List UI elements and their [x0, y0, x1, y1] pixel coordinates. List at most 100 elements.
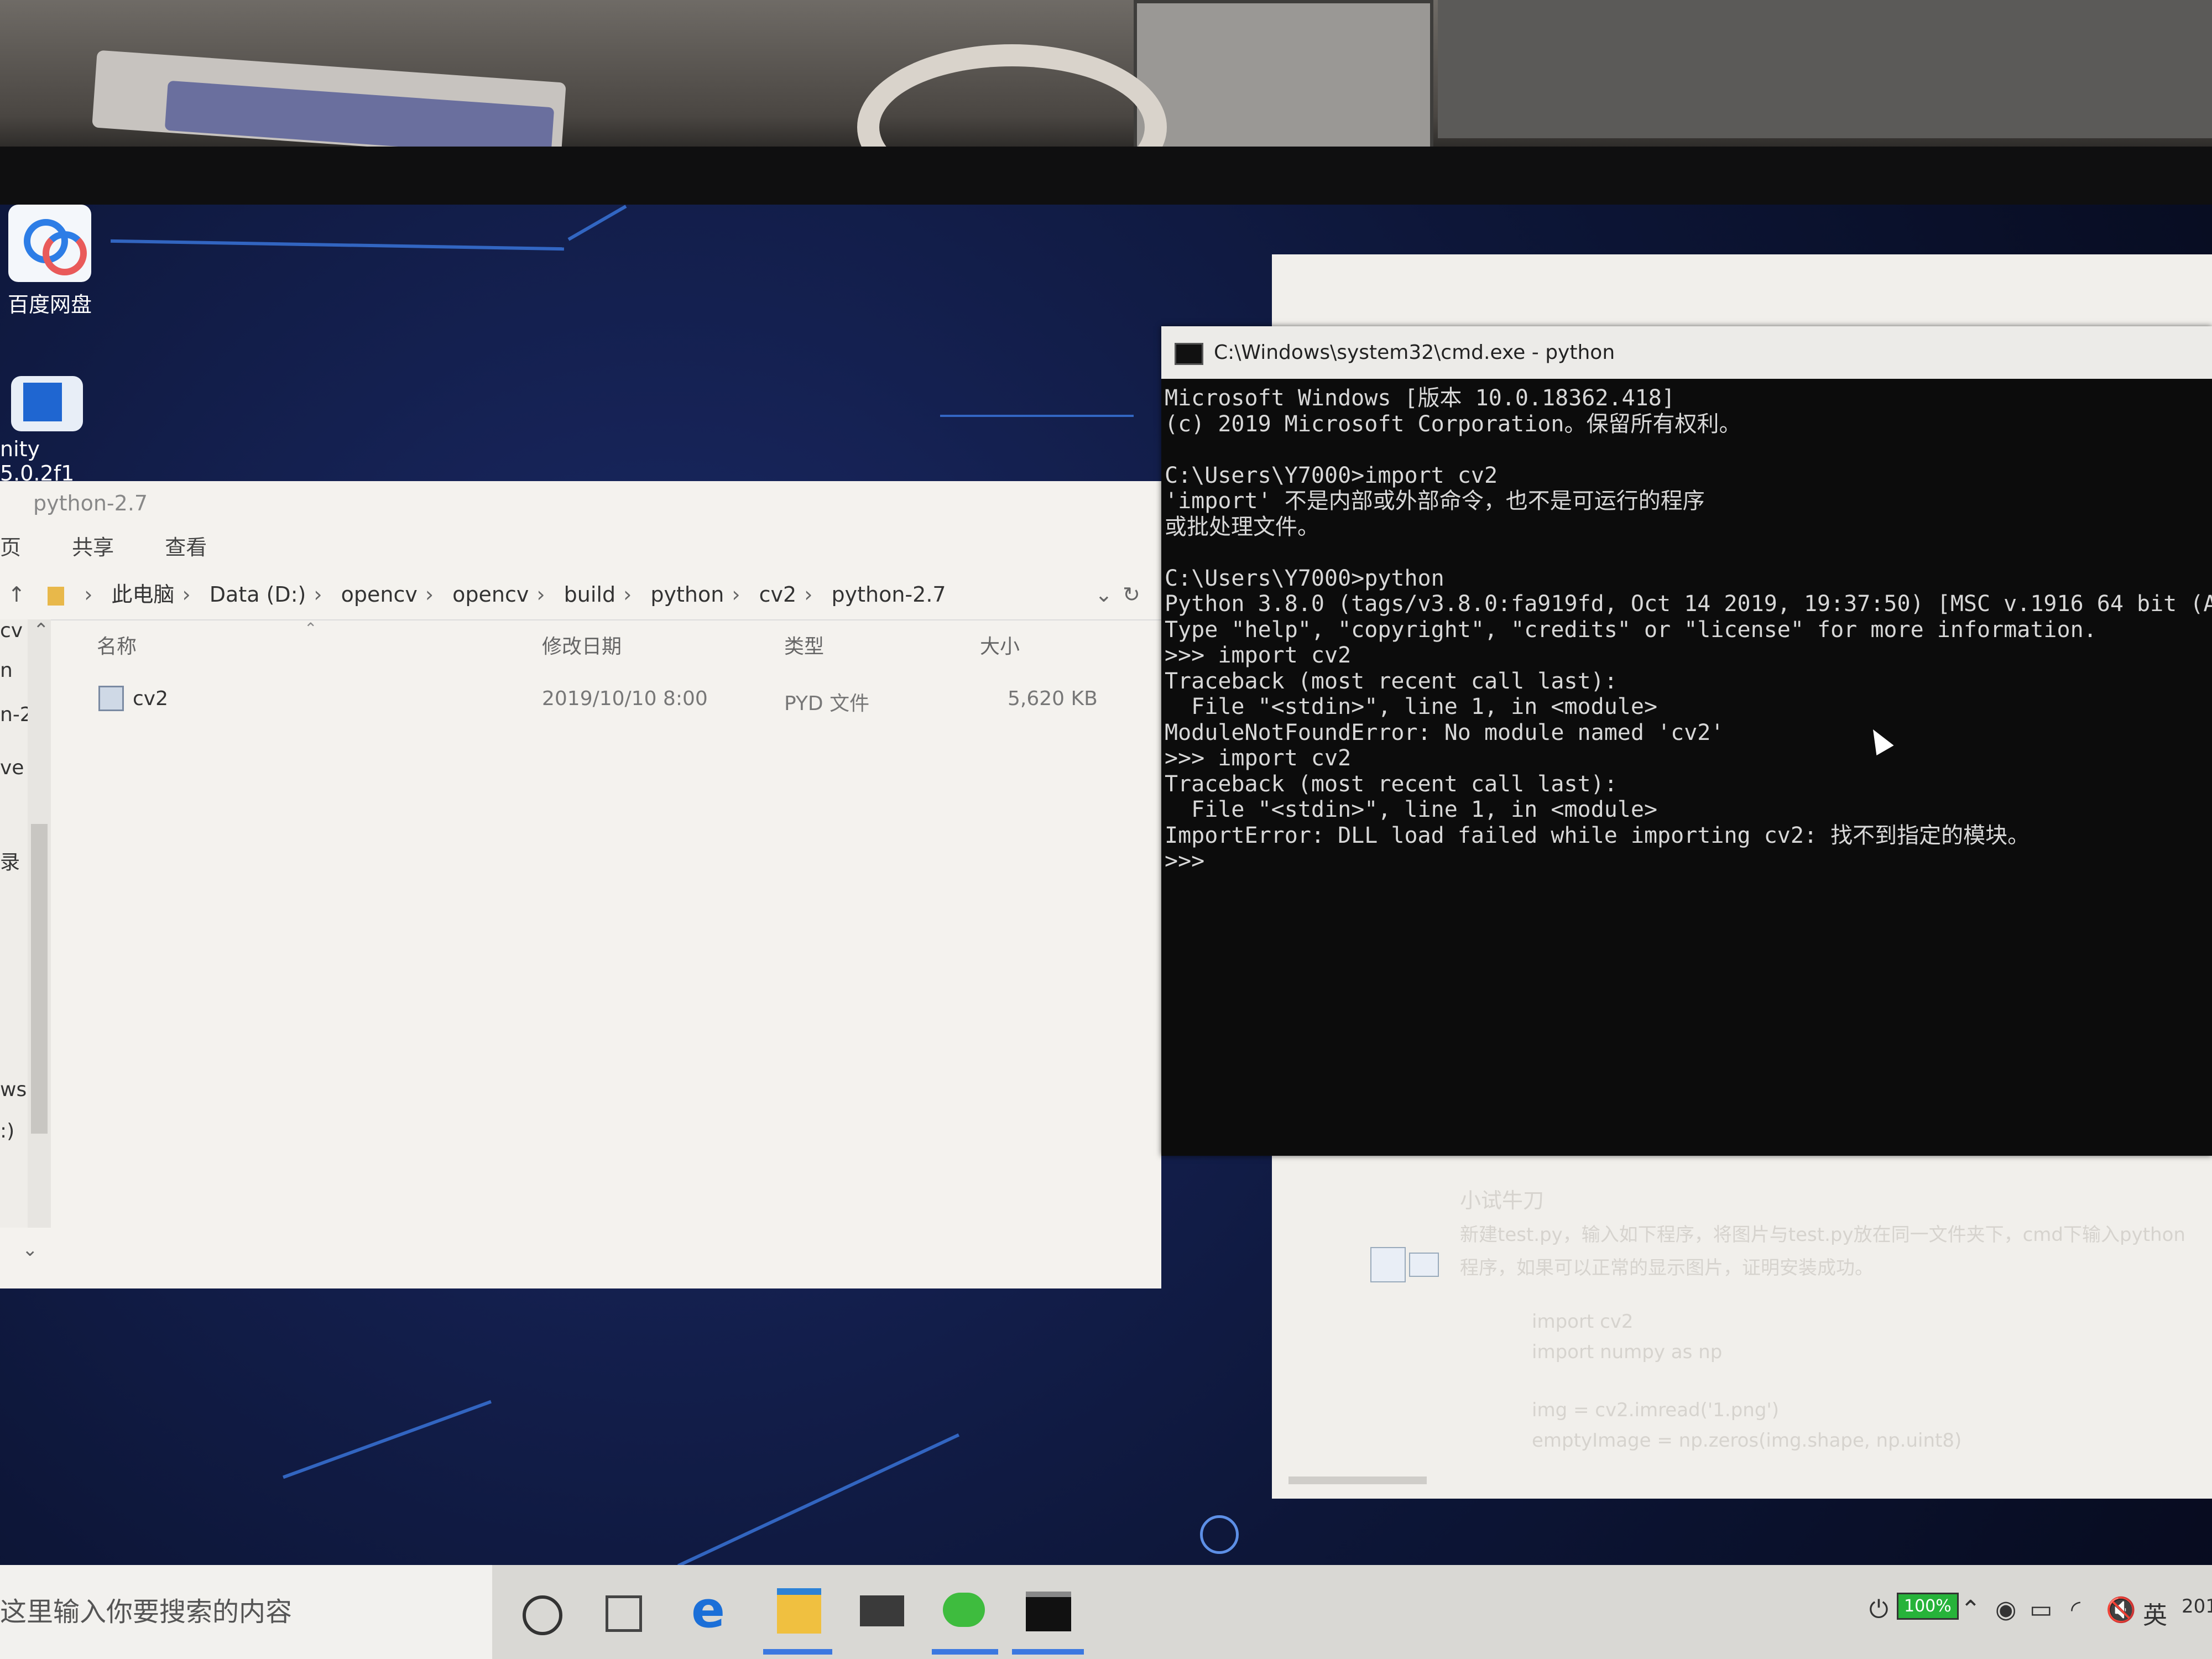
- baidu-netdisk-icon: [8, 205, 91, 282]
- desktop-icon-unity[interactable]: nity 5.0.2f1: [0, 376, 105, 486]
- ribbon-tab-view[interactable]: 查看: [165, 525, 207, 570]
- nav-scrollbar-thumb[interactable]: [31, 824, 48, 1134]
- cmd-line: C:\Users\Y7000>python: [1165, 565, 1444, 591]
- nav-item[interactable]: ve: [0, 757, 24, 779]
- cmd-line: ModuleNotFoundError: No module named 'cv…: [1165, 719, 1724, 745]
- cmd-title: C:\Windows\system32\cmd.exe - python: [1214, 341, 1615, 364]
- cortana-icon[interactable]: [523, 1595, 562, 1635]
- breadcrumb-item[interactable]: python: [650, 570, 724, 619]
- breadcrumb-item[interactable]: build: [564, 570, 615, 619]
- wechat-icon[interactable]: [943, 1593, 985, 1627]
- nav-item[interactable]: :): [0, 1120, 14, 1142]
- large-icons-view-icon[interactable]: [1409, 1253, 1439, 1277]
- cmd-icon[interactable]: [1026, 1592, 1071, 1631]
- breadcrumb-item[interactable]: Data (D:): [210, 570, 306, 619]
- task-view-icon[interactable]: [606, 1595, 642, 1632]
- column-header-type[interactable]: 类型: [784, 630, 824, 659]
- battery-percent: 100%: [1904, 1597, 1952, 1616]
- active-app-indicator: [763, 1649, 832, 1655]
- details-view-icon[interactable]: [1370, 1247, 1406, 1282]
- doc-code: img = cv2.imread('1.png'): [1532, 1399, 1780, 1421]
- breadcrumb-item[interactable]: opencv: [452, 570, 529, 619]
- chevron-up-icon[interactable]: ⌃: [33, 619, 49, 641]
- edge-icon[interactable]: e: [691, 1585, 741, 1635]
- cmd-line: >>> import cv2: [1165, 745, 1352, 771]
- cmd-line: (c) 2019 Microsoft Corporation。保留所有权利。: [1165, 411, 1741, 437]
- explorer-title: python-2.7: [33, 491, 148, 515]
- cmd-titlebar[interactable]: C:\Windows\system32\cmd.exe - python: [1161, 326, 2212, 379]
- breadcrumb-item[interactable]: 此电脑: [111, 570, 174, 619]
- cmd-line: File "<stdin>", line 1, in <module>: [1165, 797, 1658, 822]
- keyboard-icon[interactable]: ▭: [2030, 1595, 2053, 1624]
- wallpaper-line: [283, 1400, 492, 1479]
- cmd-line: [1165, 540, 2212, 566]
- ribbon-tab-home[interactable]: 页: [0, 525, 21, 570]
- explorer-ribbon: 页 共享 查看: [0, 525, 1161, 570]
- nav-item[interactable]: 录: [0, 846, 20, 875]
- cmd-line: Type "help", "copyright", "credits" or "…: [1165, 617, 2097, 643]
- address-bar[interactable]: ↑ › 此电脑 › Data (D:) › opencv › opencv › buil…: [0, 570, 1161, 620]
- photo-frame: 百度网盘 nity 5.0.2f1 小试牛刀 新建test.py，输入如下程序，…: [0, 0, 2212, 1659]
- cmd-line: C:\Users\Y7000>import cv2: [1165, 462, 1498, 488]
- running-app-indicator: [932, 1649, 998, 1655]
- running-app-indicator: [1012, 1649, 1084, 1655]
- cmd-line: 或批处理文件。: [1165, 514, 1319, 540]
- file-type: PYD 文件: [784, 692, 870, 715]
- nav-item[interactable]: n: [0, 659, 13, 682]
- file-explorer-icon[interactable]: [777, 1588, 821, 1634]
- chevron-down-icon[interactable]: ⌄: [1095, 570, 1113, 619]
- column-header-modified[interactable]: 修改日期: [542, 630, 622, 659]
- qq-icon[interactable]: ◉: [1995, 1595, 2016, 1624]
- chevron-up-icon[interactable]: ⌃: [1960, 1595, 1981, 1624]
- cmd-output[interactable]: Microsoft Windows [版本 10.0.18362.418] (c)…: [1161, 379, 2212, 874]
- column-header-name[interactable]: 名称: [97, 630, 137, 659]
- power-plug-icon[interactable]: ⏻: [1869, 1595, 1888, 1624]
- breadcrumb-item[interactable]: cv2: [759, 570, 797, 619]
- sort-caret-icon: ⌃: [304, 619, 317, 638]
- ime-indicator[interactable]: 英: [2143, 1595, 2167, 1631]
- cmd-window[interactable]: C:\Windows\system32\cmd.exe - python Mic…: [1161, 326, 2212, 1156]
- cmd-icon: [1175, 343, 1203, 365]
- cmd-prompt[interactable]: >>>: [1165, 848, 2212, 874]
- chevron-right-icon: ›: [425, 582, 434, 607]
- doc-code: import cv2: [1532, 1311, 1634, 1333]
- doc-scrollbar[interactable]: [1288, 1477, 1427, 1484]
- battery-indicator[interactable]: 100%: [1897, 1593, 1959, 1620]
- up-arrow-icon[interactable]: ↑: [8, 570, 25, 619]
- cmd-line: Microsoft Windows [版本 10.0.18362.418]: [1165, 385, 1675, 411]
- wallpaper-line: [111, 239, 564, 251]
- nav-item[interactable]: cv: [0, 619, 23, 642]
- cmd-line: 'import' 不是内部或外部命令，也不是可运行的程序: [1165, 488, 1705, 514]
- file-size: 5,620 KB: [1008, 687, 1098, 710]
- cmd-line: [1165, 437, 2212, 463]
- desktop-icon-baidu[interactable]: 百度网盘: [0, 205, 100, 318]
- mail-icon[interactable]: [860, 1595, 904, 1626]
- file-modified: 2019/10/10 8:00: [542, 687, 708, 710]
- taskbar-search-box[interactable]: 这里输入你要搜索的内容: [0, 1565, 492, 1659]
- unity-shortcut-icon: [11, 376, 83, 431]
- wallpaper-circle: [1200, 1515, 1239, 1554]
- wifi-icon[interactable]: ◜: [2071, 1595, 2080, 1624]
- breadcrumb-item[interactable]: python-2.7: [832, 570, 946, 619]
- cmd-line: ImportError: DLL load failed while impor…: [1165, 822, 2030, 848]
- wallpaper-line: [677, 1433, 960, 1568]
- cmd-line: Traceback (most recent call last):: [1165, 668, 1618, 694]
- volume-muted-icon[interactable]: 🔇: [2106, 1595, 2136, 1624]
- cmd-line: Traceback (most recent call last):: [1165, 771, 1618, 797]
- breadcrumb-item[interactable]: opencv: [341, 570, 418, 619]
- desk-cabinet: [1438, 0, 2212, 138]
- desktop-icon-label: nity 5.0.2f1: [0, 437, 75, 486]
- nav-item[interactable]: ws: [0, 1078, 27, 1101]
- doc-text: 程序，如果可以正常的显示图片，证明安装成功。: [1460, 1257, 1874, 1279]
- file-explorer-window[interactable]: python-2.7 页 共享 查看 ↑ › 此电脑 › Data (D:) › o…: [0, 481, 1161, 1288]
- chevron-down-icon[interactable]: ⌄: [22, 1239, 38, 1261]
- refresh-icon[interactable]: ↻: [1123, 570, 1140, 619]
- chevron-right-icon: ›: [182, 582, 191, 607]
- file-name: cv2: [133, 687, 169, 710]
- clock[interactable]: 201: [2182, 1595, 2212, 1618]
- cmd-line: File "<stdin>", line 1, in <module>: [1165, 694, 1658, 719]
- ribbon-tab-share[interactable]: 共享: [72, 525, 114, 570]
- desktop-icon-label: 百度网盘: [7, 293, 92, 317]
- wallpaper-line: [940, 415, 1134, 417]
- column-header-size[interactable]: 大小: [980, 630, 1020, 659]
